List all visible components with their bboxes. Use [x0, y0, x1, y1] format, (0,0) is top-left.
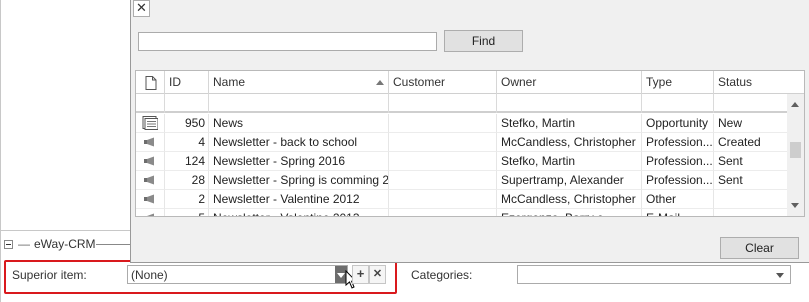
row-id: 5 — [165, 209, 209, 216]
row-type: Other — [642, 190, 714, 209]
document-icon — [142, 116, 158, 130]
filter-cell-owner[interactable] — [497, 94, 642, 113]
header-customer[interactable]: Customer — [389, 71, 497, 94]
table-row[interactable]: 28 Newsletter - Spring is comming 2... S… — [136, 171, 788, 190]
group-header-ewaycrm[interactable]: — eWay-CRM — [4, 237, 96, 251]
filter-cell-name[interactable] — [209, 94, 389, 113]
row-owner: Stefko, Martin — [497, 152, 642, 171]
filter-row — [136, 94, 788, 113]
row-status: New — [714, 114, 788, 133]
items-grid: ID Name Customer Owner Type Status 950 N… — [135, 70, 805, 217]
row-owner: Stefko, Martin — [497, 114, 642, 133]
superior-item-popup: ✕ Find ID Name Customer Owner Type Statu… — [130, 0, 809, 263]
table-row[interactable]: 4 Newsletter - back to school McCandless… — [136, 133, 788, 152]
close-popup-button[interactable]: ✕ — [133, 0, 150, 17]
row-type: Opportunity — [642, 114, 714, 133]
row-owner: Ezergonzo, Barry e — [497, 209, 642, 216]
header-name-label: Name — [213, 75, 246, 89]
group-divider-line — [96, 244, 130, 245]
remove-superior-button[interactable]: ✕ — [369, 265, 386, 284]
scroll-up-icon[interactable] — [791, 102, 799, 107]
row-owner: McCandless, Christopher — [497, 133, 642, 152]
row-status — [714, 209, 788, 216]
row-owner: Supertramp, Alexander — [497, 171, 642, 190]
row-id: 2 — [165, 190, 209, 209]
header-type[interactable]: Type — [642, 71, 714, 94]
sort-ascending-icon — [376, 80, 384, 85]
row-name: Newsletter - Valentine 2012 — [209, 190, 389, 209]
row-name: Newsletter - Spring is comming 2... — [209, 171, 389, 190]
megaphone-icon — [144, 156, 154, 166]
collapse-icon[interactable] — [4, 239, 13, 249]
superior-item-label: Superior item: — [12, 268, 87, 282]
row-customer — [389, 171, 497, 190]
row-customer — [389, 133, 497, 152]
row-name: Newsletter - Valentine 2013 — [209, 209, 389, 216]
filter-cell-status[interactable] — [714, 94, 788, 113]
chevron-down-icon[interactable] — [776, 273, 784, 278]
header-owner[interactable]: Owner — [497, 71, 642, 94]
row-type-cell — [136, 171, 165, 190]
row-type-cell — [136, 114, 165, 133]
row-customer — [389, 190, 497, 209]
group-label: eWay-CRM — [34, 237, 96, 251]
row-type-cell — [136, 209, 165, 216]
row-type-cell — [136, 152, 165, 171]
search-input[interactable] — [138, 32, 437, 51]
table-row[interactable]: 5 Newsletter - Valentine 2013 Ezergonzo,… — [136, 209, 788, 216]
vertical-scrollbar[interactable] — [787, 94, 804, 216]
table-row[interactable]: 2 Newsletter - Valentine 2012 McCandless… — [136, 190, 788, 209]
megaphone-icon — [144, 137, 154, 147]
form-separator — [0, 230, 130, 231]
megaphone-icon — [147, 213, 154, 216]
megaphone-icon — [144, 194, 154, 204]
megaphone-icon — [144, 175, 154, 185]
group-dash: — — [18, 237, 30, 251]
row-type: E-Mail — [642, 209, 714, 216]
grid-header: ID Name Customer Owner Type Status — [136, 71, 804, 94]
row-status — [714, 190, 788, 209]
row-owner: McCandless, Christopher — [497, 190, 642, 209]
filter-cell[interactable] — [136, 94, 165, 113]
clear-button[interactable]: Clear — [720, 237, 799, 259]
table-row[interactable]: 124 Newsletter - Spring 2016 Stefko, Mar… — [136, 152, 788, 171]
row-status: Sent — [714, 152, 788, 171]
row-id: 950 — [165, 114, 209, 133]
add-superior-button[interactable]: + — [352, 265, 369, 284]
row-customer — [389, 114, 497, 133]
row-type-cell — [136, 133, 165, 152]
row-customer — [389, 209, 497, 216]
filter-cell-type[interactable] — [642, 94, 714, 113]
filter-cell-customer[interactable] — [389, 94, 497, 113]
header-id[interactable]: ID — [165, 71, 209, 94]
categories-combobox[interactable] — [517, 265, 791, 284]
scroll-thumb[interactable] — [790, 142, 801, 158]
row-type: Profession... — [642, 171, 714, 190]
find-button[interactable]: Find — [444, 30, 523, 52]
row-name: Newsletter - back to school — [209, 133, 389, 152]
row-id: 124 — [165, 152, 209, 171]
row-status: Sent — [714, 171, 788, 190]
row-type-cell — [136, 190, 165, 209]
superior-item-value: (None) — [131, 268, 168, 282]
header-item-type-column[interactable] — [136, 71, 165, 94]
row-status: Created — [714, 133, 788, 152]
row-name: Newsletter - Spring 2016 — [209, 152, 389, 171]
header-status[interactable]: Status — [714, 71, 804, 94]
row-id: 28 — [165, 171, 209, 190]
row-type: Profession... — [642, 133, 714, 152]
row-id: 4 — [165, 133, 209, 152]
row-customer — [389, 152, 497, 171]
filter-cell-id[interactable] — [165, 94, 209, 113]
row-name: News — [209, 114, 389, 133]
categories-label: Categories: — [411, 268, 473, 282]
document-icon — [145, 76, 157, 90]
table-row[interactable]: 950 News Stefko, Martin Opportunity New — [136, 114, 788, 133]
scroll-down-icon[interactable] — [791, 203, 799, 208]
row-type: Profession... — [642, 152, 714, 171]
superior-item-combobox[interactable]: (None) — [127, 265, 348, 284]
header-name[interactable]: Name — [209, 71, 389, 94]
form-left-border — [0, 0, 1, 302]
